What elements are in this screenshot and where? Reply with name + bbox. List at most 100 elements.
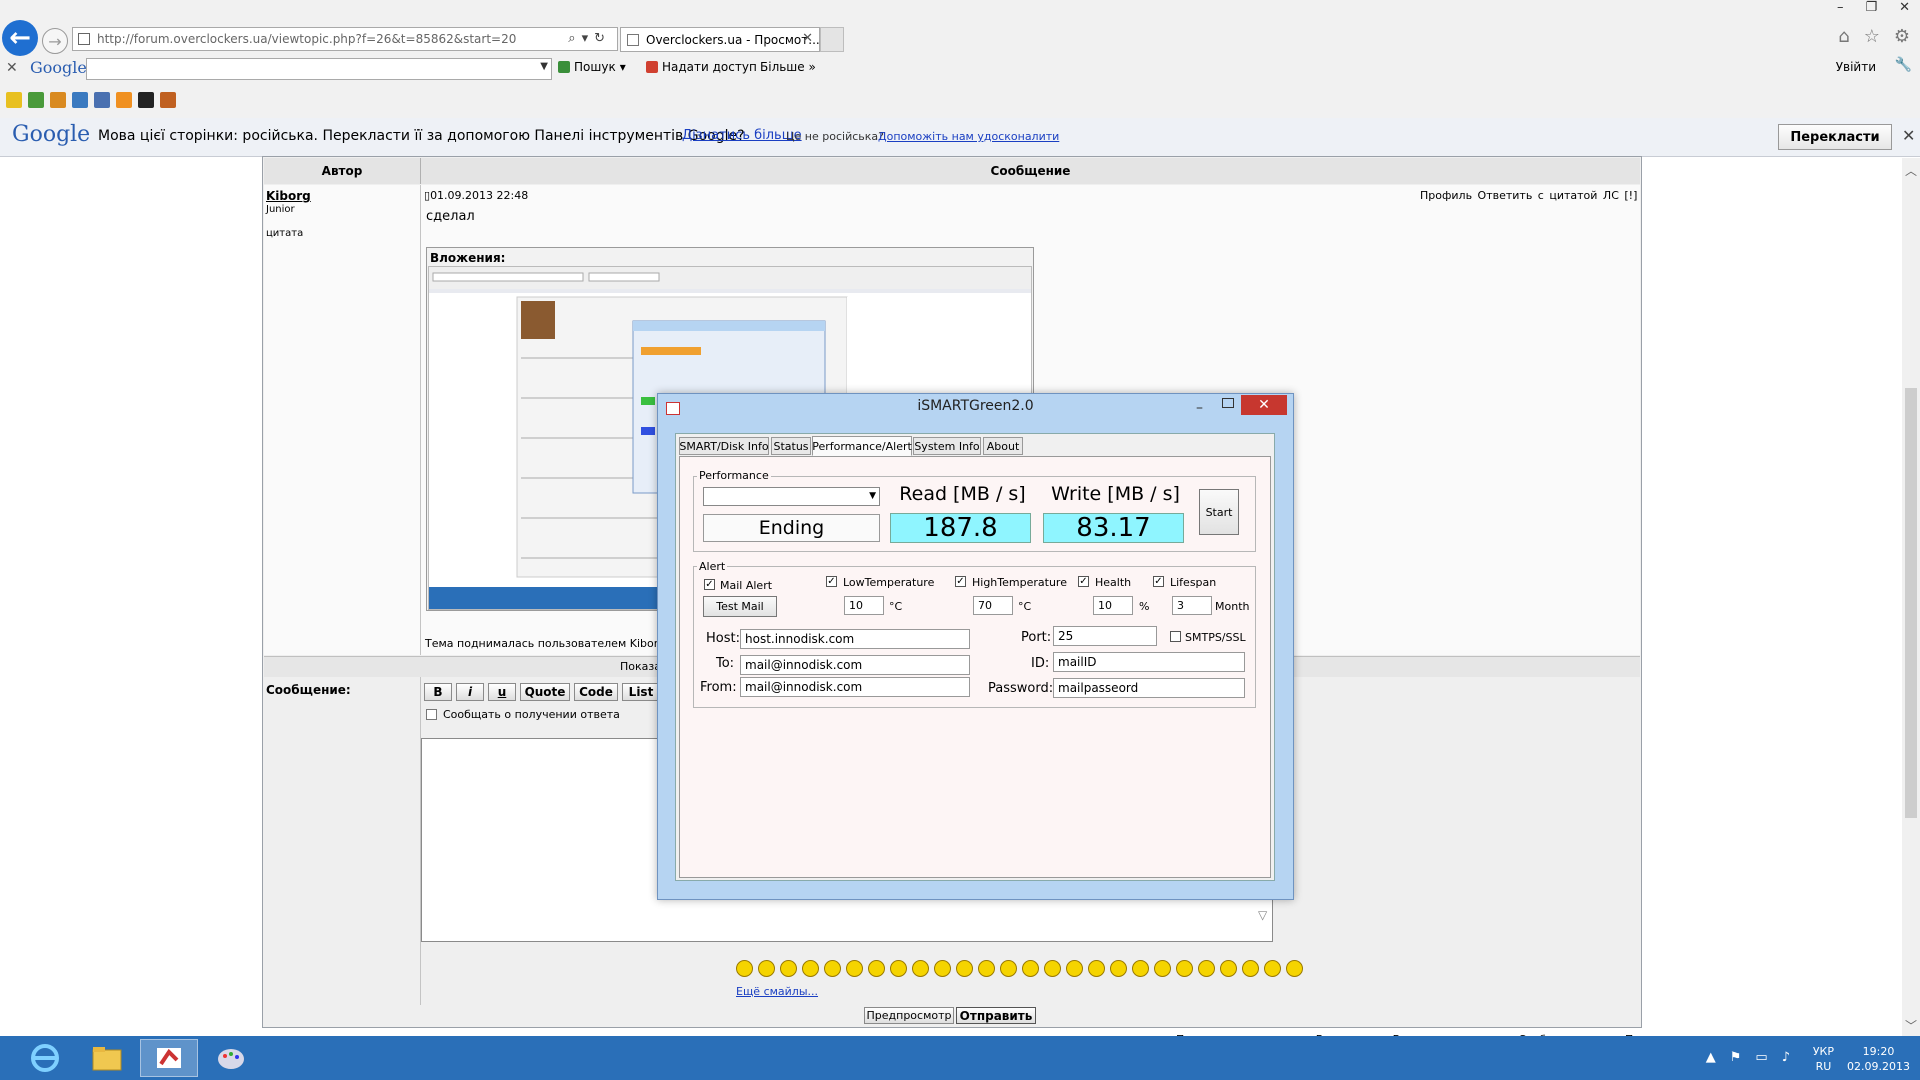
code-button[interactable]: Code [574, 683, 618, 701]
share-button[interactable]: Надати доступ [646, 60, 757, 74]
address-tools[interactable]: ⌕▾↻ [568, 31, 611, 46]
login-link[interactable]: Увійти [1836, 60, 1876, 74]
underline-button[interactable]: u [488, 683, 516, 701]
smiley-icon[interactable] [1154, 960, 1171, 977]
forward-button[interactable]: → [42, 28, 68, 54]
smtps-ssl-checkbox[interactable] [1170, 631, 1181, 642]
smiley-icon[interactable] [846, 960, 863, 977]
textarea-scroll-down-icon[interactable]: ▽ [1258, 908, 1267, 922]
tab-smart-disk-info[interactable]: SMART/Disk Info [679, 437, 769, 455]
tab-status[interactable]: Status [771, 437, 811, 455]
health-checkbox[interactable]: ✓ [1078, 576, 1089, 587]
new-tab-button[interactable] [820, 27, 844, 52]
scrollbar-thumb[interactable] [1905, 388, 1917, 818]
gear-icon[interactable]: ⚙ [1894, 26, 1910, 47]
bookmark-icon[interactable] [160, 92, 176, 108]
notify-checkbox[interactable] [426, 709, 437, 720]
minimize-window-button[interactable]: – [1837, 0, 1844, 20]
smiley-icon[interactable] [934, 960, 951, 977]
taskbar-ismartgreen[interactable] [140, 1039, 198, 1077]
volume-icon[interactable]: ♪ [1782, 1050, 1790, 1065]
taskbar-explorer[interactable] [78, 1039, 136, 1077]
low-temp-checkbox[interactable]: ✓ [826, 576, 837, 587]
smiley-icon[interactable] [1286, 960, 1303, 977]
clock[interactable]: 19:20 02.09.2013 [1847, 1044, 1910, 1074]
send-button[interactable]: Отправить [956, 1007, 1036, 1024]
smiley-icon[interactable] [912, 960, 929, 977]
high-temp-input[interactable]: 70 [973, 596, 1013, 615]
google-search-input[interactable]: ▼ [86, 58, 552, 80]
smiley-icon[interactable] [1066, 960, 1083, 977]
smiley-icon[interactable] [1176, 960, 1193, 977]
tray-expand-icon[interactable]: ▲ [1706, 1050, 1716, 1065]
app-minimize-button[interactable]: – [1196, 400, 1203, 416]
scroll-up-icon[interactable]: ︿ [1905, 162, 1917, 179]
google-toolbar-close-icon[interactable]: ✕ [6, 60, 18, 76]
show-posts-label[interactable]: Показа [620, 660, 661, 673]
host-input[interactable]: host.innodisk.com [740, 629, 970, 649]
smiley-icon[interactable] [890, 960, 907, 977]
smiley-icon[interactable] [1242, 960, 1259, 977]
bookmark-icon[interactable] [28, 92, 44, 108]
list-button[interactable]: List [622, 683, 660, 701]
taskbar-ie[interactable] [16, 1039, 74, 1077]
language-indicator[interactable]: УКР RU [1813, 1044, 1834, 1074]
back-button[interactable]: ← [2, 20, 38, 56]
smiley-icon[interactable] [1264, 960, 1281, 977]
page-scrollbar[interactable]: ︿ ﹀ [1902, 158, 1920, 1036]
lifespan-input[interactable]: 3 [1172, 596, 1212, 615]
smiley-icon[interactable] [1198, 960, 1215, 977]
drive-select[interactable]: ▼ [703, 487, 880, 506]
help-improve-link[interactable]: Допоможіть нам удосконалити [878, 130, 1059, 143]
close-window-button[interactable]: ✕ [1899, 0, 1910, 20]
app-maximize-button[interactable] [1222, 398, 1234, 408]
quote-button[interactable]: Quote [520, 683, 570, 701]
password-input[interactable]: mailpasseord [1053, 678, 1245, 698]
tab-system-info[interactable]: System Info [913, 437, 981, 455]
post-author[interactable]: Kiborg [266, 189, 311, 203]
tab-close-icon[interactable]: ✕ [802, 31, 813, 46]
flag-icon[interactable]: ⚑ [1730, 1050, 1742, 1065]
smiley-icon[interactable] [802, 960, 819, 977]
translate-button[interactable]: Перекласти [1778, 124, 1892, 150]
start-button[interactable]: Start [1199, 489, 1239, 535]
scroll-down-icon[interactable]: ﹀ [1905, 1017, 1917, 1034]
favorites-star-icon[interactable] [6, 92, 22, 108]
smiley-icon[interactable] [868, 960, 885, 977]
google-search-button[interactable]: Пошук ▾ [558, 60, 626, 74]
home-icon[interactable]: ⌂ [1838, 26, 1849, 47]
bookmark-icon[interactable] [116, 92, 132, 108]
from-input[interactable]: mail@innodisk.com [740, 677, 970, 697]
high-temp-checkbox[interactable]: ✓ [955, 576, 966, 587]
translate-close-icon[interactable]: ✕ [1902, 126, 1915, 145]
address-url[interactable]: http://forum.overclockers.ua/viewtopic.p… [97, 32, 516, 46]
tab-performance-alert[interactable]: Performance/Alert [812, 436, 912, 456]
post-actions[interactable]: Профиль Ответить с цитатой ЛС [!] [1420, 189, 1637, 202]
preview-button[interactable]: Предпросмотр [864, 1007, 954, 1024]
learn-more-link[interactable]: Дізнатись більше [682, 128, 802, 143]
bold-button[interactable]: B [424, 683, 452, 701]
test-mail-button[interactable]: Test Mail [703, 596, 777, 617]
chevron-down-icon[interactable]: ▼ [540, 61, 548, 72]
restore-window-button[interactable]: ❐ [1865, 0, 1877, 20]
bookmark-icon[interactable] [72, 92, 88, 108]
more-button[interactable]: Більше » [760, 60, 816, 74]
bookmark-icon[interactable] [138, 92, 154, 108]
smiley-icon[interactable] [824, 960, 841, 977]
smiley-icon[interactable] [736, 960, 753, 977]
smiley-icon[interactable] [1088, 960, 1105, 977]
wrench-icon[interactable]: 🔧 [1895, 57, 1912, 73]
star-icon[interactable]: ☆ [1864, 26, 1880, 47]
smiley-icon[interactable] [1132, 960, 1149, 977]
health-input[interactable]: 10 [1093, 596, 1133, 615]
port-input[interactable]: 25 [1053, 626, 1157, 646]
low-temp-input[interactable]: 10 [844, 596, 884, 615]
more-smiles-link[interactable]: Ещё смайлы... [736, 985, 818, 998]
app-close-button[interactable]: ✕ [1241, 395, 1287, 415]
mail-alert-checkbox[interactable]: ✓ [704, 579, 715, 590]
smiley-icon[interactable] [780, 960, 797, 977]
bookmark-icon[interactable] [94, 92, 110, 108]
smiley-icon[interactable] [1220, 960, 1237, 977]
tab-about[interactable]: About [983, 437, 1023, 455]
smiley-icon[interactable] [758, 960, 775, 977]
